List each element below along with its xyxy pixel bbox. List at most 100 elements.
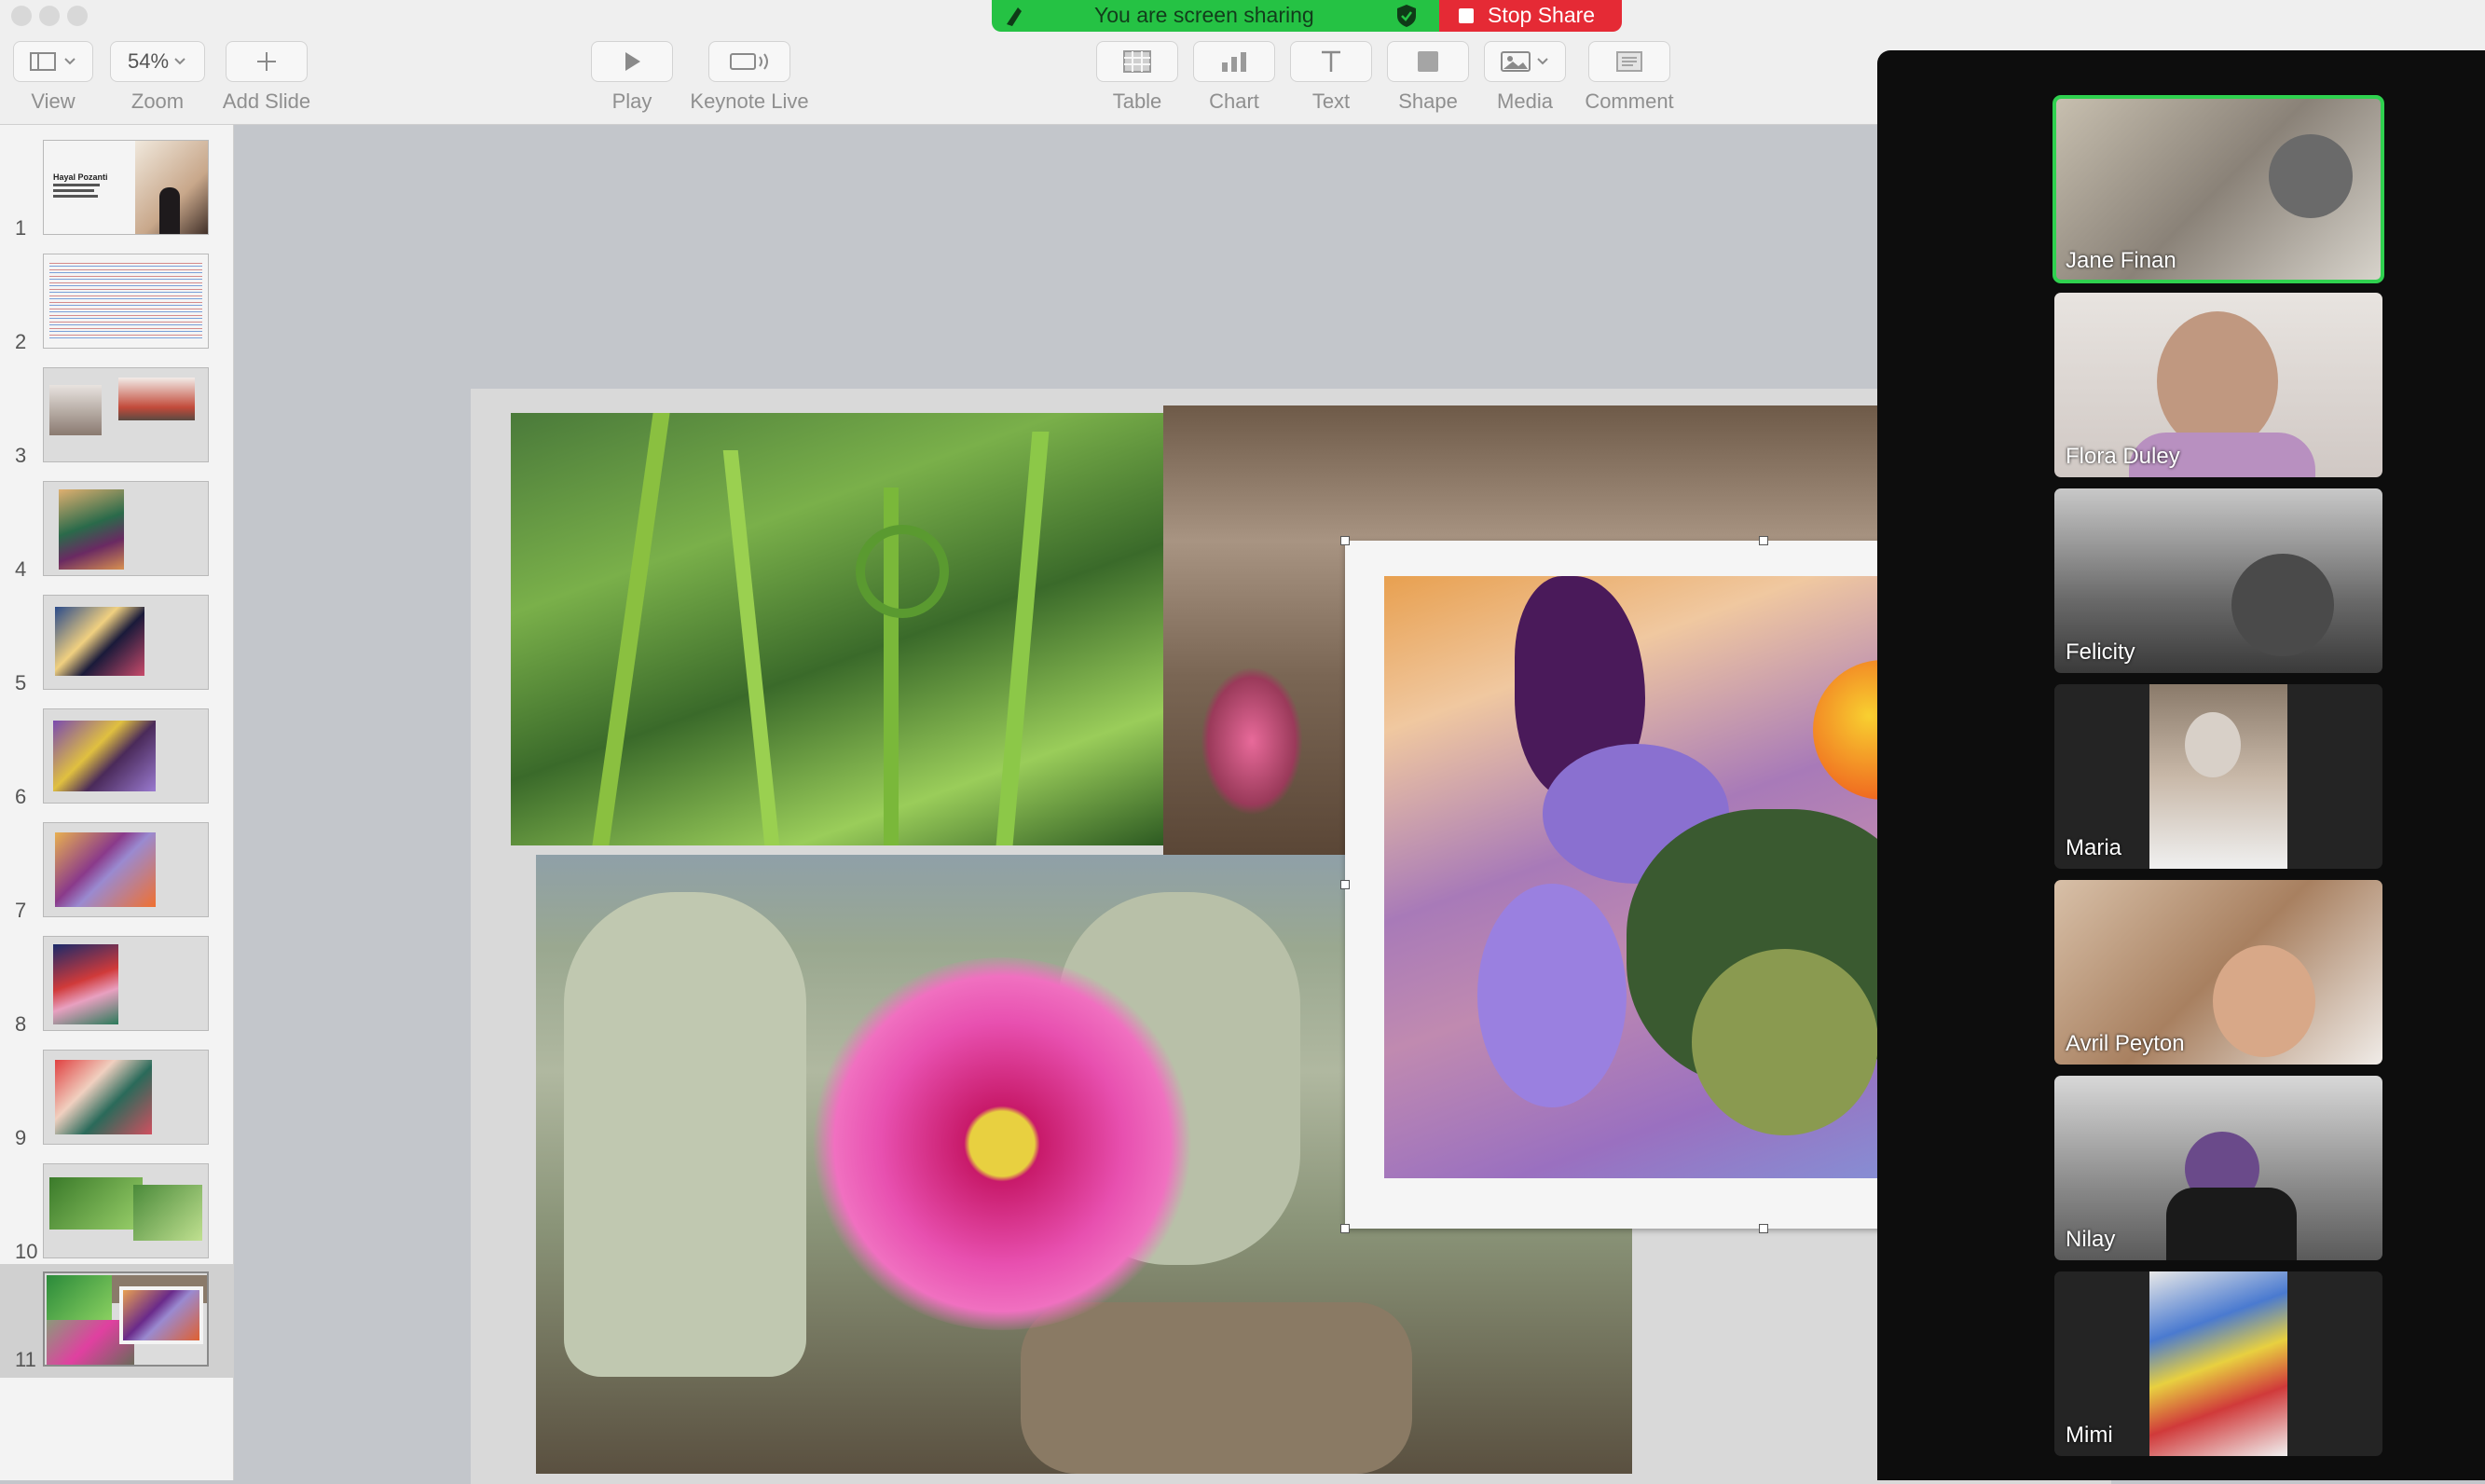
resize-handle[interactable] bbox=[1759, 536, 1768, 545]
slide-thumbnail[interactable] bbox=[43, 1050, 209, 1145]
chevron-down-icon bbox=[64, 58, 76, 65]
slide-thumbnail[interactable] bbox=[43, 595, 209, 690]
shield-check-icon bbox=[1397, 5, 1416, 27]
slide-thumbnail-row[interactable]: 9 bbox=[0, 1042, 233, 1156]
slide-thumbnail[interactable] bbox=[43, 367, 209, 462]
slide-number: 9 bbox=[15, 1126, 27, 1149]
participant-name: Mimi bbox=[2066, 1422, 2113, 1448]
table-button[interactable] bbox=[1096, 41, 1178, 82]
table-label: Table bbox=[1112, 89, 1162, 113]
participant-name: Nilay bbox=[2066, 1227, 2116, 1252]
resize-handle[interactable] bbox=[1340, 536, 1350, 545]
participant-video-tile[interactable]: Jane Finan bbox=[2053, 95, 2384, 283]
media-label: Media bbox=[1497, 89, 1553, 113]
share-arrow-icon bbox=[1007, 7, 1022, 26]
slide[interactable] bbox=[471, 389, 2111, 1484]
slide-navigator: Hayal Pozanti 1 2 3 4 5 6 7 8 9 10 11 bbox=[0, 125, 234, 1480]
plus-icon bbox=[257, 52, 276, 71]
slide-thumbnail[interactable] bbox=[43, 254, 209, 349]
play-button[interactable] bbox=[591, 41, 673, 82]
text-t-icon bbox=[1322, 50, 1340, 72]
chevron-down-icon bbox=[1537, 58, 1548, 65]
screen-sharing-status: You are screen sharing bbox=[1094, 3, 1314, 27]
stop-share-button[interactable]: Stop Share bbox=[1439, 0, 1622, 32]
slide-thumbnail-row[interactable]: Hayal Pozanti 1 bbox=[0, 132, 233, 246]
text-button[interactable] bbox=[1290, 41, 1372, 82]
play-icon bbox=[625, 52, 640, 71]
chevron-down-icon bbox=[174, 58, 185, 65]
slide-thumbnail-row[interactable]: 10 bbox=[0, 1156, 233, 1270]
zoom-value: 54% bbox=[127, 49, 170, 73]
slide-thumbnail[interactable] bbox=[43, 481, 209, 576]
participant-name: Avril Peyton bbox=[2066, 1031, 2185, 1056]
slide-number: 8 bbox=[15, 1012, 27, 1036]
media-button[interactable] bbox=[1484, 41, 1566, 82]
add-slide-label: Add Slide bbox=[222, 89, 311, 113]
bar-chart-icon bbox=[1222, 52, 1246, 72]
slide-number: 6 bbox=[15, 785, 27, 808]
slide-thumbnail[interactable] bbox=[43, 708, 209, 804]
chart-button[interactable] bbox=[1193, 41, 1275, 82]
slide-thumbnail-row[interactable]: 6 bbox=[0, 701, 233, 815]
zoom-dropdown[interactable]: 54% bbox=[110, 41, 205, 82]
slide-number: 10 bbox=[15, 1240, 38, 1263]
slide-number: 7 bbox=[15, 899, 27, 922]
slide-thumbnail-row[interactable]: 8 bbox=[0, 928, 233, 1042]
slide-canvas[interactable] bbox=[234, 125, 2111, 1484]
stop-square-icon bbox=[1459, 8, 1474, 23]
broadcast-icon bbox=[730, 53, 768, 70]
slide-thumbnail[interactable] bbox=[43, 822, 209, 917]
stop-share-label: Stop Share bbox=[1488, 3, 1596, 27]
add-slide-button[interactable] bbox=[226, 41, 308, 82]
slide-thumbnail-row[interactable]: 4 bbox=[0, 474, 233, 587]
table-grid-icon bbox=[1123, 50, 1151, 73]
slide-number: 5 bbox=[15, 671, 27, 694]
participant-name: Maria bbox=[2066, 835, 2122, 860]
screen-sharing-banner[interactable]: You are screen sharing bbox=[992, 0, 1439, 32]
fern-photo[interactable] bbox=[511, 413, 1163, 845]
close-window-button[interactable] bbox=[11, 6, 32, 26]
slide-thumbnail-row[interactable]: 2 bbox=[0, 246, 233, 360]
participant-name: Felicity bbox=[2066, 639, 2135, 665]
resize-handle[interactable] bbox=[1340, 1224, 1350, 1233]
minimize-window-button[interactable] bbox=[39, 6, 60, 26]
slide-thumbnail-row[interactable]: 5 bbox=[0, 587, 233, 701]
slide-thumbnail-row[interactable]: 7 bbox=[0, 815, 233, 928]
shape-label: Shape bbox=[1398, 89, 1458, 113]
resize-handle[interactable] bbox=[1759, 1224, 1768, 1233]
thumbnail-title: Hayal Pozanti bbox=[53, 172, 108, 182]
comment-label: Comment bbox=[1585, 89, 1674, 113]
text-label: Text bbox=[1311, 89, 1351, 113]
participant-video-tile[interactable]: Nilay bbox=[2054, 1076, 2382, 1260]
slide-number: 3 bbox=[15, 444, 27, 467]
participant-video-tile[interactable]: Maria bbox=[2054, 684, 2382, 869]
slide-thumbnail-row-selected[interactable]: 11 bbox=[0, 1264, 233, 1378]
comment-icon bbox=[1616, 51, 1642, 72]
slide-thumbnail[interactable] bbox=[43, 936, 209, 1031]
slide-number: 4 bbox=[15, 557, 27, 581]
shape-button[interactable] bbox=[1387, 41, 1469, 82]
slide-thumbnail[interactable] bbox=[43, 1271, 209, 1367]
comment-button[interactable] bbox=[1588, 41, 1670, 82]
participant-video-tile[interactable]: Felicity bbox=[2054, 488, 2382, 673]
square-icon bbox=[1418, 51, 1438, 72]
slide-thumbnail[interactable]: Hayal Pozanti bbox=[43, 140, 209, 235]
resize-handle[interactable] bbox=[1340, 880, 1350, 889]
slide-thumbnail-row[interactable]: 3 bbox=[0, 360, 233, 474]
image-icon bbox=[1501, 51, 1531, 72]
participant-name: Flora Duley bbox=[2066, 444, 2180, 469]
participant-video-tile[interactable]: Mimi bbox=[2054, 1271, 2382, 1456]
participant-video-tile[interactable]: Flora Duley bbox=[2054, 293, 2382, 477]
zoom-label: Zoom bbox=[130, 89, 185, 113]
participant-video-tile[interactable]: Avril Peyton bbox=[2054, 880, 2382, 1065]
slide-number: 11 bbox=[15, 1348, 36, 1371]
view-button[interactable] bbox=[13, 41, 93, 82]
keynote-live-button[interactable] bbox=[708, 41, 790, 82]
sidebar-layout-icon bbox=[30, 52, 56, 71]
slide-thumbnail[interactable] bbox=[43, 1163, 209, 1258]
zoom-window-button[interactable] bbox=[67, 6, 88, 26]
view-label: View bbox=[31, 89, 76, 113]
chart-label: Chart bbox=[1209, 89, 1259, 113]
zoom-gallery-panel: Jane Finan Flora Duley Felicity Maria Av… bbox=[1877, 50, 2485, 1480]
participant-name: Jane Finan bbox=[2066, 248, 2176, 273]
